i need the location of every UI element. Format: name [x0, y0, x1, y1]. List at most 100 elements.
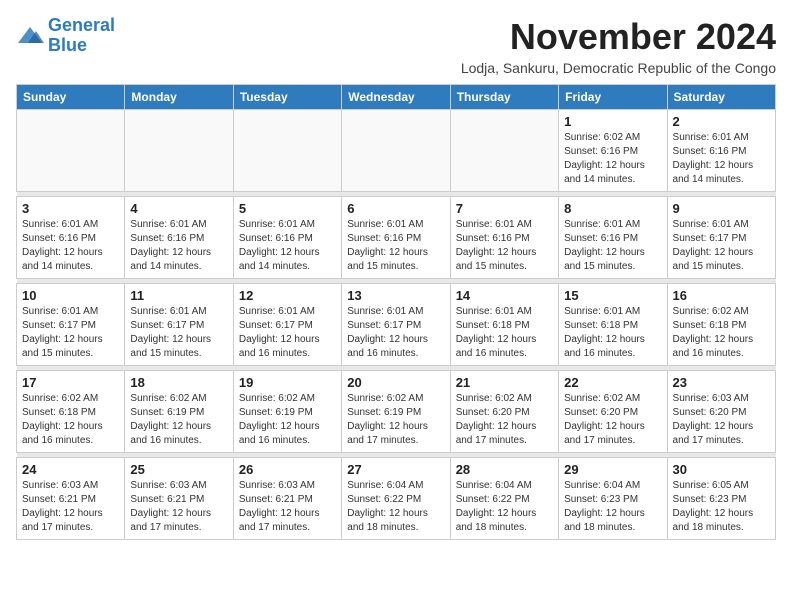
day-number: 8 [564, 201, 661, 216]
day-number: 25 [130, 462, 227, 477]
calendar-body: 1 Sunrise: 6:02 AM Sunset: 6:16 PM Daylig… [17, 110, 776, 540]
day-header-tuesday: Tuesday [233, 85, 341, 110]
location-subtitle: Lodja, Sankuru, Democratic Republic of t… [461, 60, 776, 76]
calendar-row-4: 17 Sunrise: 6:02 AM Sunset: 6:18 PM Dayli… [17, 371, 776, 453]
day-number: 13 [347, 288, 444, 303]
calendar-cell: 9 Sunrise: 6:01 AM Sunset: 6:17 PM Daylig… [667, 197, 775, 279]
calendar-cell [125, 110, 233, 192]
day-number: 14 [456, 288, 553, 303]
day-info: Sunrise: 6:01 AM Sunset: 6:16 PM Dayligh… [673, 131, 770, 187]
day-info: Sunrise: 6:04 AM Sunset: 6:23 PM Dayligh… [564, 479, 661, 535]
day-info: Sunrise: 6:01 AM Sunset: 6:17 PM Dayligh… [22, 305, 119, 361]
calendar-cell [233, 110, 341, 192]
calendar-table: SundayMondayTuesdayWednesdayThursdayFrid… [16, 84, 776, 540]
day-info: Sunrise: 6:04 AM Sunset: 6:22 PM Dayligh… [347, 479, 444, 535]
day-number: 11 [130, 288, 227, 303]
day-info: Sunrise: 6:01 AM Sunset: 6:17 PM Dayligh… [130, 305, 227, 361]
day-header-saturday: Saturday [667, 85, 775, 110]
logo: General Blue [16, 16, 115, 56]
day-info: Sunrise: 6:02 AM Sunset: 6:18 PM Dayligh… [673, 305, 770, 361]
calendar-cell: 12 Sunrise: 6:01 AM Sunset: 6:17 PM Dayli… [233, 284, 341, 366]
day-info: Sunrise: 6:02 AM Sunset: 6:20 PM Dayligh… [564, 392, 661, 448]
calendar-cell: 20 Sunrise: 6:02 AM Sunset: 6:19 PM Dayli… [342, 371, 450, 453]
calendar-cell: 24 Sunrise: 6:03 AM Sunset: 6:21 PM Dayli… [17, 458, 125, 540]
calendar-cell [17, 110, 125, 192]
day-number: 18 [130, 375, 227, 390]
calendar-cell: 26 Sunrise: 6:03 AM Sunset: 6:21 PM Dayli… [233, 458, 341, 540]
day-header-sunday: Sunday [17, 85, 125, 110]
day-info: Sunrise: 6:04 AM Sunset: 6:22 PM Dayligh… [456, 479, 553, 535]
day-info: Sunrise: 6:01 AM Sunset: 6:16 PM Dayligh… [347, 218, 444, 274]
calendar-cell: 15 Sunrise: 6:01 AM Sunset: 6:18 PM Dayli… [559, 284, 667, 366]
calendar-cell: 25 Sunrise: 6:03 AM Sunset: 6:21 PM Dayli… [125, 458, 233, 540]
day-number: 9 [673, 201, 770, 216]
day-info: Sunrise: 6:02 AM Sunset: 6:18 PM Dayligh… [22, 392, 119, 448]
day-info: Sunrise: 6:03 AM Sunset: 6:21 PM Dayligh… [22, 479, 119, 535]
day-number: 26 [239, 462, 336, 477]
day-info: Sunrise: 6:01 AM Sunset: 6:18 PM Dayligh… [456, 305, 553, 361]
calendar-cell: 13Sunrise: 6:01 AM Sunset: 6:17 PM Dayli… [342, 284, 450, 366]
calendar-row-2: 3Sunrise: 6:01 AM Sunset: 6:16 PM Daylig… [17, 197, 776, 279]
day-info: Sunrise: 6:02 AM Sunset: 6:19 PM Dayligh… [347, 392, 444, 448]
day-number: 24 [22, 462, 119, 477]
day-header-monday: Monday [125, 85, 233, 110]
day-info: Sunrise: 6:02 AM Sunset: 6:19 PM Dayligh… [239, 392, 336, 448]
calendar-cell: 29 Sunrise: 6:04 AM Sunset: 6:23 PM Dayli… [559, 458, 667, 540]
day-number: 15 [564, 288, 661, 303]
day-number: 30 [673, 462, 770, 477]
day-info: Sunrise: 6:01 AM Sunset: 6:16 PM Dayligh… [564, 218, 661, 274]
day-number: 12 [239, 288, 336, 303]
day-info: Sunrise: 6:01 AM Sunset: 6:18 PM Dayligh… [564, 305, 661, 361]
page-header: General Blue November 2024 Lodja, Sankur… [16, 16, 776, 76]
day-info: Sunrise: 6:02 AM Sunset: 6:19 PM Dayligh… [130, 392, 227, 448]
calendar-cell: 6 Sunrise: 6:01 AM Sunset: 6:16 PM Daylig… [342, 197, 450, 279]
calendar-cell: 8 Sunrise: 6:01 AM Sunset: 6:16 PM Daylig… [559, 197, 667, 279]
day-number: 7 [456, 201, 553, 216]
day-info: Sunrise: 6:01 AM Sunset: 6:17 PM Dayligh… [673, 218, 770, 274]
calendar-cell: 19 Sunrise: 6:02 AM Sunset: 6:19 PM Dayli… [233, 371, 341, 453]
day-header-thursday: Thursday [450, 85, 558, 110]
calendar-cell: 30 Sunrise: 6:05 AM Sunset: 6:23 PM Dayli… [667, 458, 775, 540]
calendar-cell: 10 Sunrise: 6:01 AM Sunset: 6:17 PM Dayli… [17, 284, 125, 366]
calendar-cell: 18 Sunrise: 6:02 AM Sunset: 6:19 PM Dayli… [125, 371, 233, 453]
day-number: 23 [673, 375, 770, 390]
day-info: Sunrise: 6:03 AM Sunset: 6:21 PM Dayligh… [239, 479, 336, 535]
calendar-cell: 4 Sunrise: 6:01 AM Sunset: 6:16 PM Daylig… [125, 197, 233, 279]
calendar-cell: 2 Sunrise: 6:01 AM Sunset: 6:16 PM Daylig… [667, 110, 775, 192]
day-number: 29 [564, 462, 661, 477]
day-number: 1 [564, 114, 661, 129]
calendar-cell: 28Sunrise: 6:04 AM Sunset: 6:22 PM Dayli… [450, 458, 558, 540]
day-number: 20 [347, 375, 444, 390]
day-info: Sunrise: 6:02 AM Sunset: 6:16 PM Dayligh… [564, 131, 661, 187]
day-info: Sunrise: 6:03 AM Sunset: 6:21 PM Dayligh… [130, 479, 227, 535]
day-info: Sunrise: 6:01 AM Sunset: 6:16 PM Dayligh… [456, 218, 553, 274]
calendar-cell: 1 Sunrise: 6:02 AM Sunset: 6:16 PM Daylig… [559, 110, 667, 192]
day-info: Sunrise: 6:01 AM Sunset: 6:16 PM Dayligh… [130, 218, 227, 274]
day-header-friday: Friday [559, 85, 667, 110]
calendar-row-3: 10 Sunrise: 6:01 AM Sunset: 6:17 PM Dayli… [17, 284, 776, 366]
day-info: Sunrise: 6:05 AM Sunset: 6:23 PM Dayligh… [673, 479, 770, 535]
calendar-cell: 27Sunrise: 6:04 AM Sunset: 6:22 PM Dayli… [342, 458, 450, 540]
day-number: 22 [564, 375, 661, 390]
day-number: 21 [456, 375, 553, 390]
day-info: Sunrise: 6:01 AM Sunset: 6:16 PM Dayligh… [22, 218, 119, 274]
calendar-cell [342, 110, 450, 192]
day-info: Sunrise: 6:01 AM Sunset: 6:17 PM Dayligh… [239, 305, 336, 361]
day-number: 16 [673, 288, 770, 303]
day-number: 2 [673, 114, 770, 129]
calendar-cell: 7 Sunrise: 6:01 AM Sunset: 6:16 PM Daylig… [450, 197, 558, 279]
day-number: 4 [130, 201, 227, 216]
day-number: 6 [347, 201, 444, 216]
calendar-cell: 14 Sunrise: 6:01 AM Sunset: 6:18 PM Dayli… [450, 284, 558, 366]
day-number: 17 [22, 375, 119, 390]
day-number: 10 [22, 288, 119, 303]
calendar-cell: 17 Sunrise: 6:02 AM Sunset: 6:18 PM Dayli… [17, 371, 125, 453]
logo-text: General Blue [48, 16, 115, 56]
logo-general: General [48, 15, 115, 35]
calendar-cell: 3Sunrise: 6:01 AM Sunset: 6:16 PM Daylig… [17, 197, 125, 279]
calendar-cell: 22 Sunrise: 6:02 AM Sunset: 6:20 PM Dayli… [559, 371, 667, 453]
day-info: Sunrise: 6:03 AM Sunset: 6:20 PM Dayligh… [673, 392, 770, 448]
day-number: 19 [239, 375, 336, 390]
calendar-cell: 11 Sunrise: 6:01 AM Sunset: 6:17 PM Dayli… [125, 284, 233, 366]
calendar-cell: 23 Sunrise: 6:03 AM Sunset: 6:20 PM Dayli… [667, 371, 775, 453]
